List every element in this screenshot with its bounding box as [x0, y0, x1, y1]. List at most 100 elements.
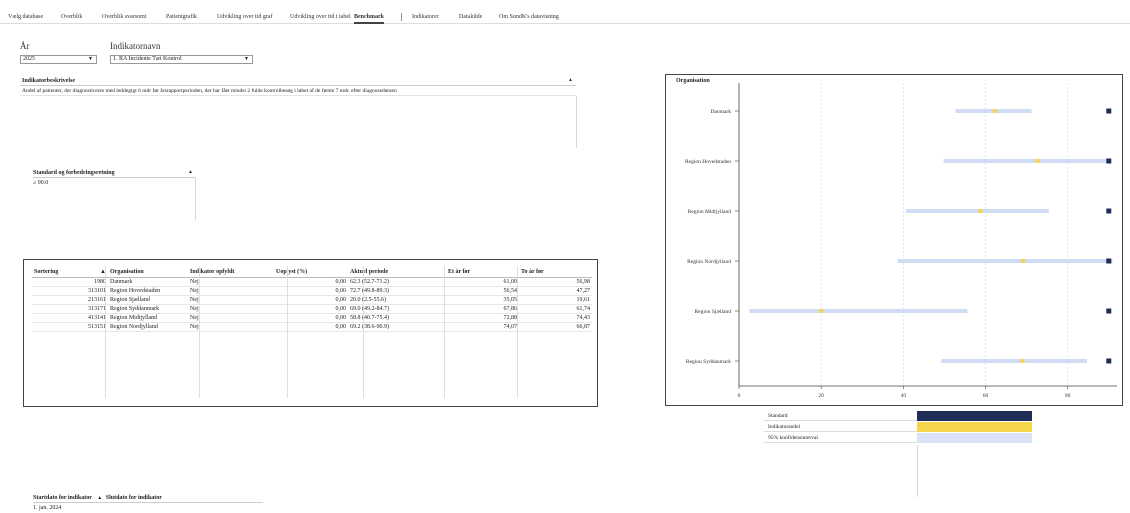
cell-sortering: 213161 — [32, 295, 108, 305]
ci-bar — [906, 209, 1049, 213]
cell-sortering: 413141 — [32, 313, 108, 323]
benchmark-chart: 0 20 40 60 80 Danmark Region Hovedstaden Region… — [685, 83, 1117, 399]
legend-label-standard: Standard — [768, 413, 788, 419]
cell-et-aar: 72,88 — [446, 313, 519, 323]
table-col-divider — [199, 266, 200, 398]
cell-to-aar: 61,74 — [519, 304, 592, 314]
indicator-point — [819, 309, 824, 313]
table-header-row: Sortering ▲ Organisation Indikator opfyl… — [32, 267, 592, 278]
legend-label-indikatorandel: Indikatorandel — [768, 424, 801, 430]
benchmark-table: Sortering ▲ Organisation Indikator opfyl… — [32, 267, 592, 332]
tab-udvikling-graf[interactable]: Udvikling over tid graf — [217, 10, 273, 24]
cell-uoplyst: 0,00 — [274, 295, 348, 305]
table-row[interactable]: 313101 Region Hovedstaden Nej 0,00 72.7 … — [32, 286, 592, 296]
description-text: Andel af patienter, der diagnosticeres m… — [20, 87, 576, 96]
table-row[interactable]: 213161 Region Sjælland Nej 0,00 20.0 (2.… — [32, 295, 592, 305]
indicator-point — [1020, 359, 1025, 363]
table-col-divider — [287, 266, 288, 398]
table-col-divider — [105, 266, 106, 398]
table-row[interactable]: 513151 Region Nordjylland Nej 0,00 69.2 … — [32, 322, 592, 332]
tab-om-sundk[interactable]: Om SundK's datavisning — [499, 10, 559, 24]
year-dropdown[interactable]: 2025 ▼ — [20, 55, 97, 64]
cell-opfyldt: Nej — [188, 286, 274, 296]
cell-sortering: 513151 — [32, 322, 108, 332]
tab-udvikling-tabel[interactable]: Udvikling over tid i tabel — [290, 10, 351, 24]
cell-opfyldt: Nej — [188, 313, 274, 323]
sort-asc-icon[interactable]: ▲ — [568, 78, 573, 83]
legend-row-konfidensinterval: 95% konfidensinterval — [764, 433, 1032, 443]
col-organisation[interactable]: Organisation — [108, 267, 188, 278]
table-row[interactable]: 413141 Region Midtjylland Nej 0,00 58.8 … — [32, 313, 592, 323]
cell-uoplyst: 0,00 — [274, 322, 348, 332]
standard-point — [1106, 208, 1112, 214]
tab-benchmark[interactable]: Benchmark — [354, 10, 384, 24]
year-label: År — [20, 41, 30, 51]
standard-point — [1106, 308, 1112, 314]
indicator-dropdown[interactable]: 1. RA Incidente Tæt Kontrol ▼ — [110, 55, 253, 64]
cell-organisation: Danmark — [108, 277, 188, 287]
cell-organisation: Region Sjælland — [108, 295, 188, 305]
legend-swatch-standard — [917, 411, 1032, 421]
cell-uoplyst: 0,00 — [274, 304, 348, 314]
year-value: 2025 — [23, 56, 35, 62]
tab-bar: Vælg database Overblik Overblik svarsomt… — [0, 10, 1130, 24]
category-label: Region Midtjylland — [688, 209, 731, 215]
col-sortering[interactable]: Sortering ▲ — [32, 267, 108, 278]
category-label: Region Syddanmark — [686, 359, 731, 365]
cell-et-aar: 35,05 — [446, 295, 519, 305]
cell-sortering: 313101 — [32, 286, 108, 296]
indicator-description-panel: Indikatorbeskrivelse ▲ Andel af patiente… — [20, 76, 576, 148]
sort-asc-icon[interactable]: ▲ — [188, 170, 193, 175]
tab-patientgrafik[interactable]: Patientgrafik — [166, 10, 197, 24]
col-to-aar-foer[interactable]: To år før — [519, 267, 592, 278]
col-uoplyst[interactable]: Uoplyst (%) — [274, 267, 348, 278]
table-col-divider — [363, 266, 364, 398]
legend-row-indikatorandel: Indikatorandel — [764, 422, 1032, 432]
tab-separator — [401, 13, 402, 21]
cell-organisation: Region Hovedstaden — [108, 286, 188, 296]
legend-divider — [917, 445, 918, 497]
table-col-divider — [517, 266, 518, 398]
x-tick-label: 20 — [818, 393, 824, 399]
tab-overblik-svarsomt[interactable]: Overblik svarsomt — [102, 10, 147, 24]
ci-bar — [749, 309, 968, 313]
tab-vaelg-database[interactable]: Vælg database — [8, 10, 43, 24]
cell-et-aar: 56,54 — [446, 286, 519, 296]
col-et-aar-foer[interactable]: Et år før — [446, 267, 519, 278]
standard-point — [1106, 258, 1112, 264]
tab-indikatorer[interactable]: Indikatorer — [412, 10, 439, 24]
standard-point — [1106, 108, 1112, 114]
standard-value: ≥ 90.0 — [33, 180, 49, 186]
category-label: Region Nordjylland — [687, 259, 731, 265]
x-tick-label: 40 — [901, 393, 907, 399]
tab-overblik[interactable]: Overblik — [61, 10, 82, 24]
cell-to-aar: 56,98 — [519, 277, 592, 287]
cell-uoplyst: 0,00 — [274, 286, 348, 296]
standard-header: Standard og forbedringsretning — [33, 168, 195, 178]
legend-swatch-konfidensinterval — [917, 433, 1032, 443]
cell-to-aar: 66,87 — [519, 322, 592, 332]
ci-bar — [897, 259, 1113, 263]
end-date-header: Slutdato for indikator — [105, 495, 162, 501]
start-date-value: 1. jan. 2024 — [33, 505, 62, 511]
col-indikator-opfyldt[interactable]: Indikator opfyldt — [188, 267, 274, 278]
indicator-label: Indikatornavn — [110, 41, 161, 51]
description-scroll-divider — [576, 96, 577, 148]
indicator-point — [992, 109, 997, 113]
date-header-row: Startdato for indikator ▲ Slutdato for i… — [33, 493, 263, 503]
legend-label-konfidensinterval: 95% konfidensinterval — [768, 435, 818, 441]
table-row[interactable]: 313171 Region Syddanmark Nej 0,00 69.0 (… — [32, 304, 592, 314]
cell-opfyldt: Nej — [188, 322, 274, 332]
standard-point — [1106, 358, 1112, 364]
tab-datakilde[interactable]: Datakilde — [459, 10, 482, 24]
cell-to-aar: 74,43 — [519, 313, 592, 323]
ci-bar — [943, 159, 1106, 163]
cell-opfyldt: Nej — [188, 295, 274, 305]
chevron-down-icon: ▼ — [88, 57, 93, 62]
standard-point — [1106, 158, 1112, 164]
table-row[interactable]: 1980 Danmark Nej 0,00 62.3 (52.7-71.2) 6… — [32, 277, 592, 287]
cell-sortering: 313171 — [32, 304, 108, 314]
standard-divider — [195, 178, 196, 220]
sort-asc-icon[interactable]: ▲ — [97, 496, 102, 501]
cell-et-aar: 67,86 — [446, 304, 519, 314]
